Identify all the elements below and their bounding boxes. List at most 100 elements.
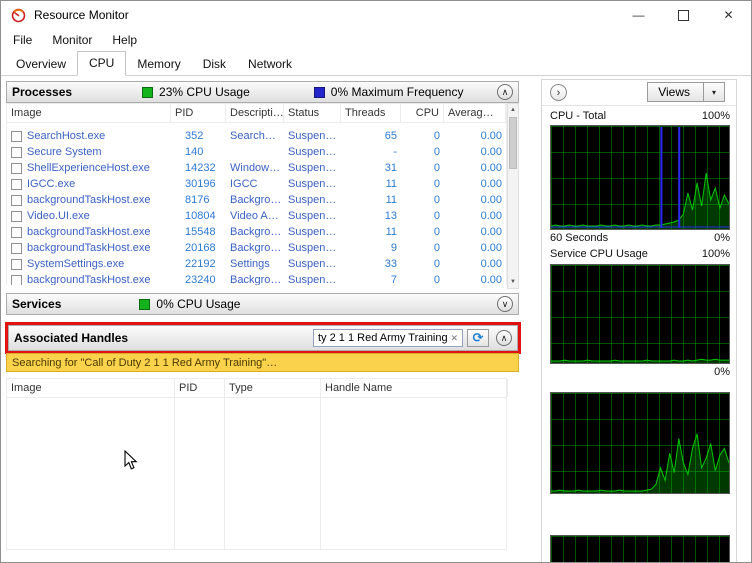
chevron-up-icon: ∧ bbox=[501, 333, 508, 344]
scroll-down-icon[interactable]: ▼ bbox=[508, 276, 518, 288]
process-description: Backgro… bbox=[226, 226, 284, 238]
handles-table-body bbox=[6, 398, 507, 550]
handles-column-image bbox=[7, 398, 175, 549]
process-table-header: Image PID Descripti… Status Threads CPU … bbox=[6, 103, 507, 123]
close-button[interactable]: ✕ bbox=[706, 1, 751, 29]
process-image-name: backgroundTaskHost.exe bbox=[27, 194, 151, 206]
column-header-status[interactable]: Status bbox=[284, 104, 341, 122]
column-header-image[interactable]: Image bbox=[7, 104, 171, 122]
process-row[interactable]: backgroundTaskHost.exe8176Backgro…Suspen… bbox=[7, 192, 506, 208]
scrollbar-thumb[interactable] bbox=[509, 117, 517, 169]
column-header-pid[interactable]: PID bbox=[171, 104, 226, 122]
menu-file[interactable]: File bbox=[3, 33, 42, 47]
process-cpu: 0 bbox=[401, 226, 444, 238]
menu-help[interactable]: Help bbox=[102, 33, 147, 47]
chart-timescale-label: 60 Seconds bbox=[550, 232, 608, 244]
row-checkbox[interactable] bbox=[11, 195, 22, 206]
row-checkbox[interactable] bbox=[11, 131, 22, 142]
search-status-text: Searching for "Call of Duty 2 1 1 Red Ar… bbox=[12, 357, 277, 369]
column-header-handle-name[interactable]: Handle Name bbox=[321, 379, 508, 397]
app-icon bbox=[11, 8, 26, 23]
process-row[interactable]: Video.UI.exe10804Video A…Suspen…1300.00 bbox=[7, 208, 506, 224]
tab-memory[interactable]: Memory bbox=[126, 53, 191, 76]
process-threads: 11 bbox=[341, 226, 401, 238]
process-row[interactable]: IGCC.exe30196IGCCSuspen…1100.00 bbox=[7, 176, 506, 192]
chevron-right-icon: › bbox=[557, 87, 561, 99]
row-checkbox[interactable] bbox=[11, 243, 22, 254]
chart-title: Service CPU Usage bbox=[550, 248, 648, 260]
process-row[interactable]: Secure System140Suspen…-00.00 bbox=[7, 144, 506, 160]
row-checkbox[interactable] bbox=[11, 275, 22, 286]
column-header-average[interactable]: Averag… bbox=[444, 104, 506, 122]
process-row[interactable]: ShellExperienceHost.exe14232Window…Suspe… bbox=[7, 160, 506, 176]
process-average-cpu: 0.00 bbox=[444, 210, 506, 222]
clear-search-icon[interactable]: ✕ bbox=[450, 333, 458, 344]
column-header-description[interactable]: Descripti… bbox=[226, 104, 284, 122]
process-cpu: 0 bbox=[401, 210, 444, 222]
handle-search-value: ty 2 1 1 Red Army Training bbox=[318, 332, 447, 344]
row-checkbox[interactable] bbox=[11, 147, 22, 158]
search-handles-button[interactable]: ⟳ bbox=[467, 329, 489, 347]
process-average-cpu: 0.00 bbox=[444, 274, 506, 285]
process-row[interactable]: backgroundTaskHost.exe20168Backgro…Suspe… bbox=[7, 240, 506, 256]
services-cpu-label: 0% CPU Usage bbox=[156, 297, 240, 311]
process-pid: 23240 bbox=[171, 274, 226, 285]
process-cpu: 0 bbox=[401, 162, 444, 174]
row-checkbox[interactable] bbox=[11, 179, 22, 190]
column-header-threads[interactable]: Threads bbox=[341, 104, 401, 122]
associated-handles-header[interactable]: Associated Handles ty 2 1 1 Red Army Tra… bbox=[8, 325, 518, 351]
process-description: Window… bbox=[226, 162, 284, 174]
process-status: Suspen… bbox=[284, 210, 341, 222]
process-status: Suspen… bbox=[284, 130, 341, 142]
tabbar: Overview CPU Memory Disk Network bbox=[1, 51, 751, 76]
row-checkbox[interactable] bbox=[11, 227, 22, 238]
services-cpu-indicator bbox=[139, 299, 150, 310]
service-cpu-usage-chart bbox=[550, 264, 730, 364]
handles-collapse-button[interactable]: ∧ bbox=[496, 330, 512, 346]
column-header-type[interactable]: Type bbox=[225, 379, 321, 397]
process-row[interactable]: backgroundTaskHost.exe15548Backgro…Suspe… bbox=[7, 224, 506, 240]
services-expand-button[interactable]: ∨ bbox=[497, 296, 513, 312]
tab-network[interactable]: Network bbox=[237, 53, 303, 76]
associated-handles-highlight: Associated Handles ty 2 1 1 Red Army Tra… bbox=[5, 322, 521, 354]
menu-monitor[interactable]: Monitor bbox=[42, 33, 102, 47]
process-row[interactable]: backgroundTaskHost.exe23240Backgro…Suspe… bbox=[7, 272, 506, 285]
processes-section-header[interactable]: Processes 23% CPU Usage 0% Maximum Frequ… bbox=[6, 81, 519, 103]
handle-search-input[interactable]: ty 2 1 1 Red Army Training ✕ bbox=[313, 329, 463, 347]
chart-cpu-total-labels: CPU - Total 100% bbox=[550, 110, 730, 122]
row-checkbox[interactable] bbox=[11, 259, 22, 270]
expand-panel-button[interactable]: › bbox=[550, 84, 567, 101]
process-pid: 140 bbox=[171, 146, 226, 158]
process-row[interactable]: SearchHost.exe352Search…Suspen…6500.00 bbox=[7, 128, 506, 144]
processes-collapse-button[interactable]: ∧ bbox=[497, 84, 513, 100]
row-checkbox[interactable] bbox=[11, 211, 22, 222]
column-header-image[interactable]: Image bbox=[7, 379, 175, 397]
process-pid: 22192 bbox=[171, 258, 226, 270]
process-threads: 11 bbox=[341, 178, 401, 190]
chevron-up-icon: ∧ bbox=[502, 87, 509, 98]
process-pid: 14232 bbox=[171, 162, 226, 174]
tab-overview[interactable]: Overview bbox=[5, 53, 77, 76]
chart-service-cpu-bottom-labels: 0% bbox=[550, 366, 730, 378]
process-status: Suspen… bbox=[284, 226, 341, 238]
scroll-up-icon[interactable]: ▲ bbox=[508, 104, 518, 116]
tab-cpu[interactable]: CPU bbox=[77, 51, 126, 76]
services-title: Services bbox=[12, 297, 61, 311]
process-average-cpu: 0.00 bbox=[444, 130, 506, 142]
column-header-cpu[interactable]: CPU bbox=[401, 104, 444, 122]
charts-panel: › Views ▾ CPU - Total 100% 60 Seconds 0%… bbox=[541, 79, 737, 563]
column-header-pid[interactable]: PID bbox=[175, 379, 225, 397]
services-section-header[interactable]: Services 0% CPU Usage ∨ bbox=[6, 293, 519, 315]
minimize-button[interactable]: — bbox=[616, 1, 661, 29]
process-description: Backgro… bbox=[226, 274, 284, 285]
process-status: Suspen… bbox=[284, 242, 341, 254]
maximize-button[interactable] bbox=[661, 1, 706, 29]
process-table-scrollbar[interactable]: ▲ ▼ bbox=[507, 103, 519, 289]
views-dropdown[interactable]: Views ▾ bbox=[647, 82, 725, 102]
row-checkbox[interactable] bbox=[11, 163, 22, 174]
chart-service-cpu-labels: Service CPU Usage 100% bbox=[550, 248, 730, 260]
process-average-cpu: 0.00 bbox=[444, 226, 506, 238]
tab-disk[interactable]: Disk bbox=[192, 53, 237, 76]
process-row[interactable]: SystemSettings.exe22192SettingsSuspen…33… bbox=[7, 256, 506, 272]
process-cpu: 0 bbox=[401, 274, 444, 285]
